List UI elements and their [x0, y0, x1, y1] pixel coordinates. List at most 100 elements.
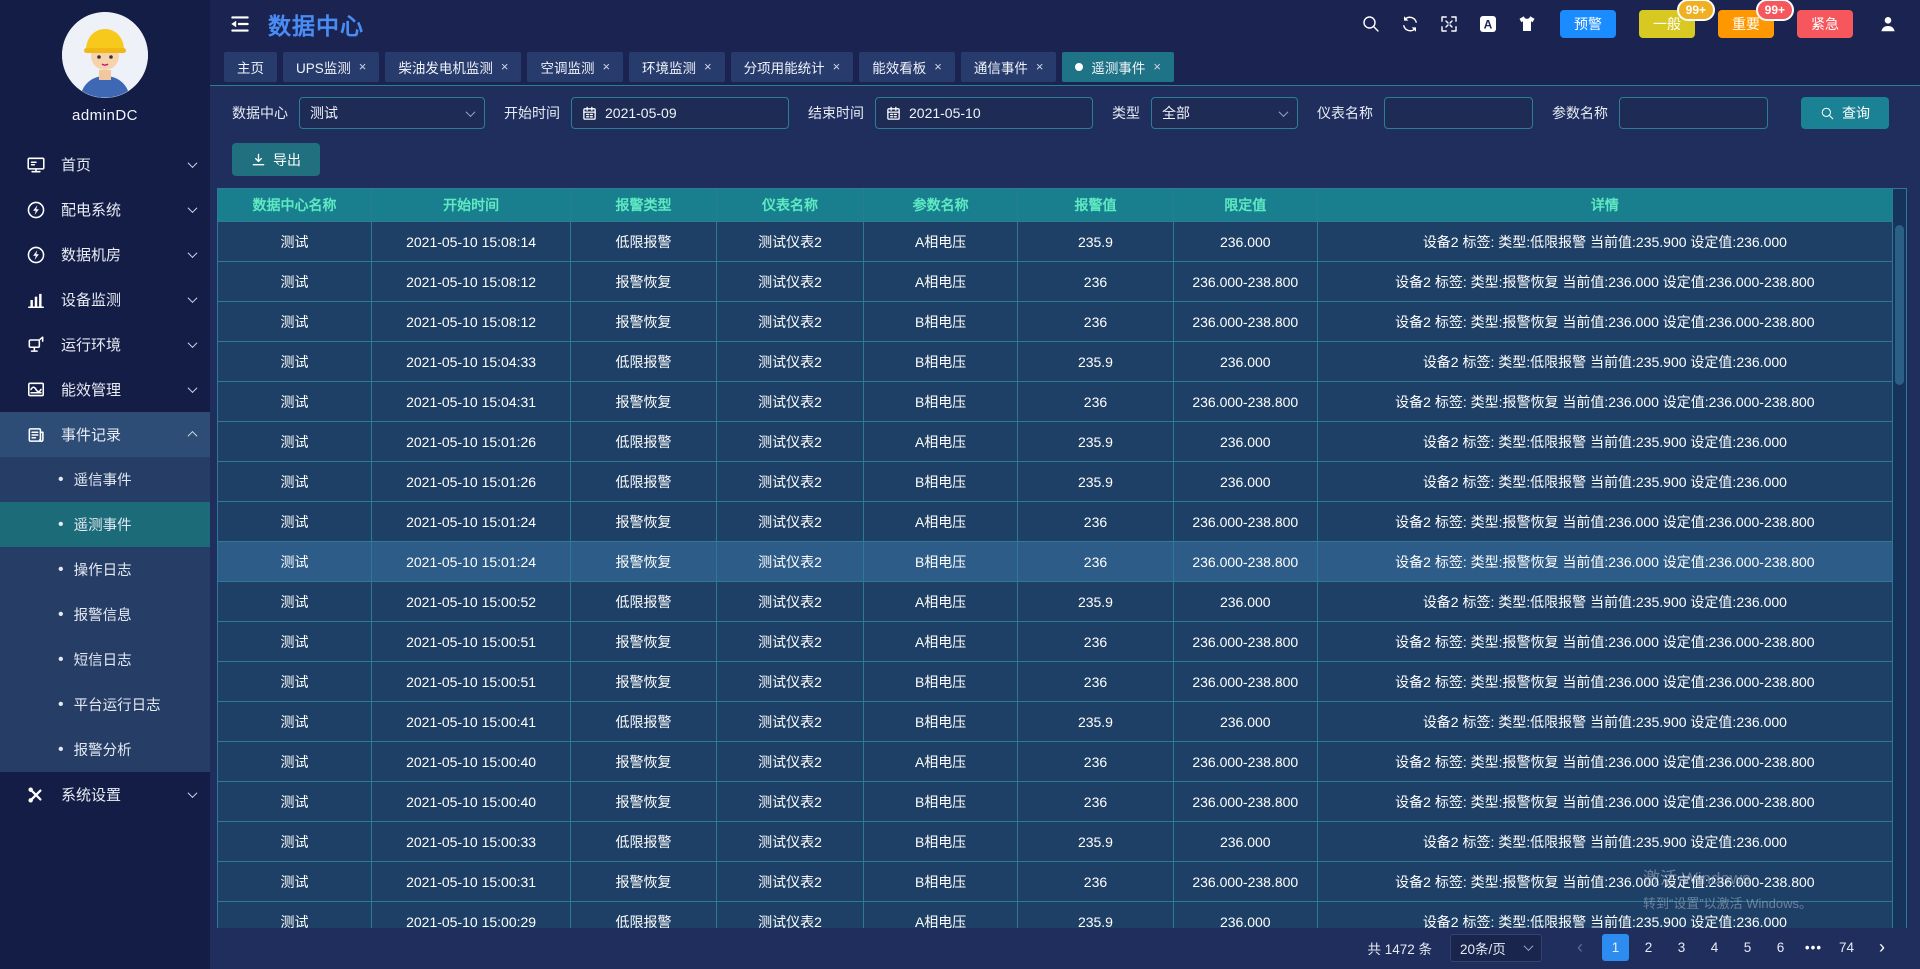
table-cell: 设备2 标签: 类型:报警恢复 当前值:236.000 设定值:236.000-…: [1318, 302, 1892, 342]
sidebar-item-4[interactable]: 运行环境: [0, 322, 210, 367]
type-select[interactable]: 全部: [1151, 97, 1298, 129]
table-row[interactable]: 测试2021-05-10 15:00:51报警恢复测试仪表2B相电压236236…: [218, 662, 1892, 702]
submenu-item[interactable]: •报警信息: [0, 592, 210, 637]
table-cell: 236.000: [1174, 462, 1318, 502]
table-row[interactable]: 测试2021-05-10 15:08:12报警恢复测试仪表2B相电压236236…: [218, 302, 1892, 342]
table-row[interactable]: 测试2021-05-10 15:00:40报警恢复测试仪表2A相电压236236…: [218, 742, 1892, 782]
close-icon[interactable]: ×: [359, 60, 367, 73]
scrollbar-thumb[interactable]: [1895, 225, 1904, 385]
table-cell: 2021-05-10 15:08:14: [372, 222, 571, 262]
next-page-button[interactable]: ›: [1870, 937, 1894, 958]
table-cell: 2021-05-10 15:04:31: [372, 382, 571, 422]
table-cell: 低限报警: [571, 902, 717, 928]
submenu-item[interactable]: •平台运行日志: [0, 682, 210, 727]
meter-name-input[interactable]: [1395, 105, 1522, 121]
pagination-ellipsis[interactable]: •••: [1800, 934, 1827, 961]
table-cell: 236: [1018, 262, 1174, 302]
menu-collapse-icon[interactable]: [228, 12, 252, 36]
table-row[interactable]: 测试2021-05-10 15:08:12报警恢复测试仪表2A相电压236236…: [218, 262, 1892, 302]
search-button[interactable]: 查询: [1801, 97, 1889, 129]
table-row[interactable]: 测试2021-05-10 15:00:51报警恢复测试仪表2A相电压236236…: [218, 622, 1892, 662]
close-icon[interactable]: ×: [833, 60, 841, 73]
page-button-6[interactable]: 6: [1767, 934, 1794, 961]
table-row[interactable]: 测试2021-05-10 15:00:41低限报警测试仪表2B相电压235.92…: [218, 702, 1892, 742]
page-button-2[interactable]: 2: [1635, 934, 1662, 961]
page-button-5[interactable]: 5: [1734, 934, 1761, 961]
datacenter-select[interactable]: 测试: [299, 97, 485, 129]
avatar[interactable]: [62, 12, 148, 98]
tab-2[interactable]: 柴油发电机监测×: [385, 52, 521, 82]
table-row[interactable]: 测试2021-05-10 15:01:26低限报警测试仪表2B相电压235.92…: [218, 462, 1892, 502]
start-date-input[interactable]: 2021-05-09: [571, 97, 789, 129]
page-button-4[interactable]: 4: [1701, 934, 1728, 961]
table-cell: A相电压: [864, 902, 1018, 928]
tab-4[interactable]: 环境监测×: [629, 52, 725, 82]
theme-icon[interactable]: [1517, 14, 1537, 34]
submenu-item[interactable]: •短信日志: [0, 637, 210, 682]
close-icon[interactable]: ×: [934, 60, 942, 73]
sidebar-item-7[interactable]: 系统设置: [0, 772, 210, 817]
close-icon[interactable]: ×: [704, 60, 712, 73]
sidebar-item-2[interactable]: 数据机房: [0, 232, 210, 277]
table-row[interactable]: 测试2021-05-10 15:01:26低限报警测试仪表2A相电压235.92…: [218, 422, 1892, 462]
sidebar-item-0[interactable]: 首页: [0, 142, 210, 187]
sidebar-item-1[interactable]: 配电系统: [0, 187, 210, 232]
close-icon[interactable]: ×: [1036, 60, 1044, 73]
end-date-input[interactable]: 2021-05-10: [875, 97, 1093, 129]
sidebar-item-3[interactable]: 设备监测: [0, 277, 210, 322]
user-icon[interactable]: [1878, 14, 1898, 34]
tab-0[interactable]: 主页: [224, 52, 277, 82]
sidebar-item-label: 能效管理: [61, 379, 189, 400]
alarm-badge[interactable]: 预警: [1560, 10, 1616, 38]
search-icon[interactable]: [1361, 14, 1381, 34]
tab-5[interactable]: 分项用能统计 ×: [731, 52, 854, 82]
table-row[interactable]: 测试2021-05-10 15:04:31报警恢复测试仪表2B相电压236236…: [218, 382, 1892, 422]
alarm-badge[interactable]: 一般99+: [1639, 10, 1695, 38]
tab-3[interactable]: 空调监测×: [527, 52, 623, 82]
prev-page-button[interactable]: ‹: [1568, 937, 1592, 958]
close-icon[interactable]: ×: [602, 60, 610, 73]
page-button-74[interactable]: 74: [1833, 934, 1860, 961]
tab-8[interactable]: 遥测事件×: [1062, 52, 1174, 82]
close-icon[interactable]: ×: [1153, 60, 1161, 73]
sidebar-item-5[interactable]: 能效管理: [0, 367, 210, 412]
param-name-input[interactable]: [1630, 105, 1757, 121]
table-row[interactable]: 测试2021-05-10 15:01:24报警恢复测试仪表2A相电压236236…: [218, 502, 1892, 542]
alarm-badge[interactable]: 重要99+: [1718, 10, 1774, 38]
chevron-down-icon: [1524, 941, 1534, 951]
submenu-item[interactable]: •遥测事件: [0, 502, 210, 547]
tab-label: UPS监测: [296, 57, 351, 77]
submenu-item[interactable]: •操作日志: [0, 547, 210, 592]
calendar-icon: [582, 106, 597, 121]
page-button-1[interactable]: 1: [1602, 934, 1629, 961]
close-icon[interactable]: ×: [501, 60, 509, 73]
table-row[interactable]: 测试2021-05-10 15:00:52低限报警测试仪表2A相电压235.92…: [218, 582, 1892, 622]
tab-7[interactable]: 通信事件×: [961, 52, 1057, 82]
table-row[interactable]: 测试2021-05-10 15:08:14低限报警测试仪表2A相电压235.92…: [218, 222, 1892, 262]
translate-icon[interactable]: A: [1478, 14, 1498, 34]
table-cell: 236.000: [1174, 342, 1318, 382]
page-size-select[interactable]: 20条/页: [1450, 934, 1542, 962]
fullscreen-icon[interactable]: [1439, 14, 1459, 34]
submenu-item[interactable]: •遥信事件: [0, 457, 210, 502]
tab-label: 分项用能统计: [744, 57, 825, 77]
table-cell: 报警恢复: [571, 782, 717, 822]
tab-1[interactable]: UPS监测 ×: [283, 52, 379, 82]
table-row[interactable]: 测试2021-05-10 15:00:33低限报警测试仪表2B相电压235.92…: [218, 822, 1892, 862]
table-row[interactable]: 测试2021-05-10 15:00:29低限报警测试仪表2A相电压235.92…: [218, 902, 1892, 928]
export-button[interactable]: 导出: [232, 143, 320, 176]
tab-6[interactable]: 能效看板×: [859, 52, 955, 82]
table-scrollbar[interactable]: [1892, 189, 1906, 928]
table-cell: 测试仪表2: [717, 262, 864, 302]
sidebar-item-6[interactable]: 事件记录: [0, 412, 210, 457]
submenu-item[interactable]: •报警分析: [0, 727, 210, 772]
table-cell: 2021-05-10 15:00:33: [372, 822, 571, 862]
alarm-badge[interactable]: 紧急: [1797, 10, 1853, 38]
table-row[interactable]: 测试2021-05-10 15:00:40报警恢复测试仪表2B相电压236236…: [218, 782, 1892, 822]
page-button-3[interactable]: 3: [1668, 934, 1695, 961]
table-row[interactable]: 测试2021-05-10 15:01:24报警恢复测试仪表2B相电压236236…: [218, 542, 1892, 582]
refresh-icon[interactable]: [1400, 14, 1420, 34]
table-row[interactable]: 测试2021-05-10 15:04:33低限报警测试仪表2B相电压235.92…: [218, 342, 1892, 382]
table-row[interactable]: 测试2021-05-10 15:00:31报警恢复测试仪表2B相电压236236…: [218, 862, 1892, 902]
table-cell: 设备2 标签: 类型:报警恢复 当前值:236.000 设定值:236.000-…: [1318, 862, 1892, 902]
